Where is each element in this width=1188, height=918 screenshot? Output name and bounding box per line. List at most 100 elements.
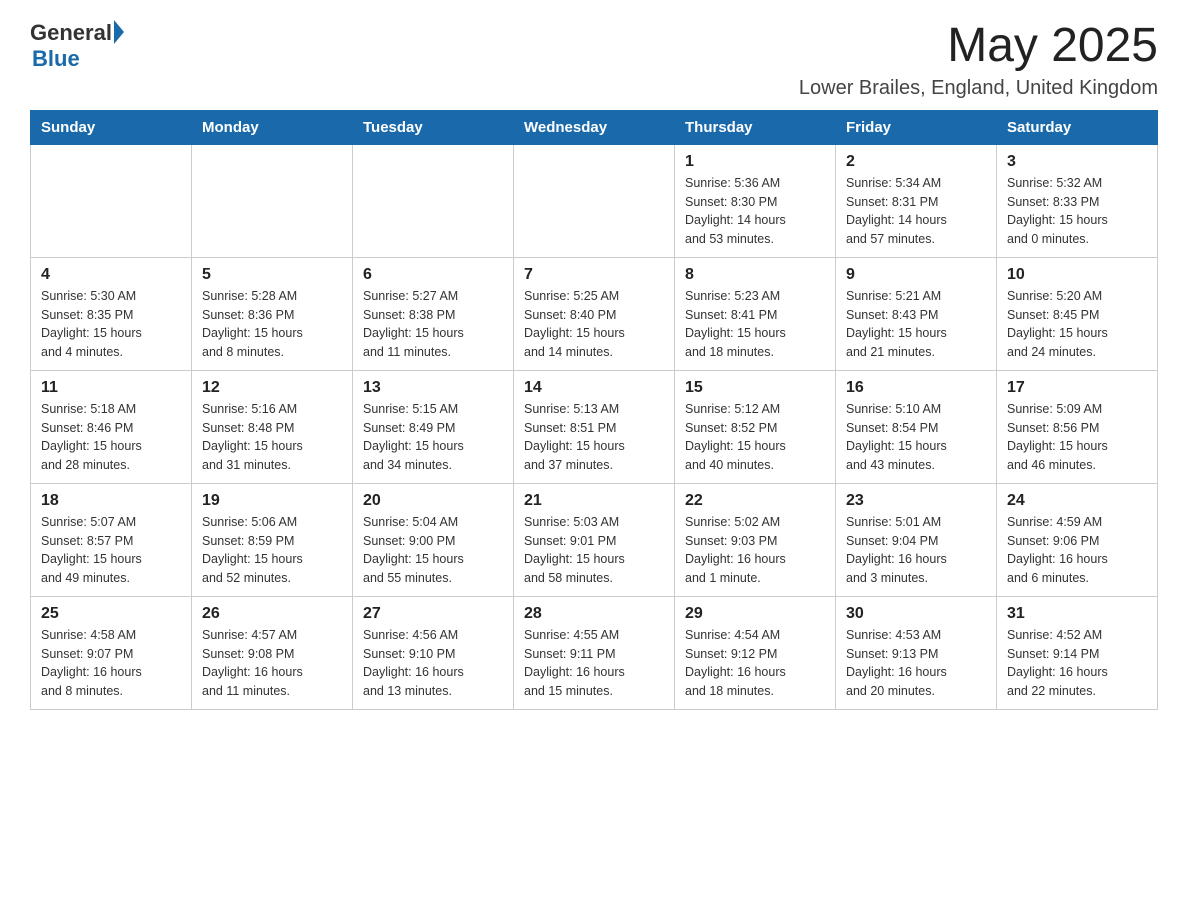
calendar-cell: 21 Sunrise: 5:03 AMSunset: 9:01 PMDayligh… [514, 483, 675, 596]
day-info: Sunrise: 5:09 AMSunset: 8:56 PMDaylight:… [1007, 400, 1147, 475]
calendar-header-thursday: Thursday [675, 110, 836, 144]
day-number: 27 [363, 605, 503, 623]
day-number: 15 [685, 379, 825, 397]
day-info: Sunrise: 5:01 AMSunset: 9:04 PMDaylight:… [846, 513, 986, 588]
day-info: Sunrise: 4:59 AMSunset: 9:06 PMDaylight:… [1007, 513, 1147, 588]
day-info: Sunrise: 5:06 AMSunset: 8:59 PMDaylight:… [202, 513, 342, 588]
day-info: Sunrise: 5:28 AMSunset: 8:36 PMDaylight:… [202, 287, 342, 362]
day-info: Sunrise: 5:15 AMSunset: 8:49 PMDaylight:… [363, 400, 503, 475]
day-info: Sunrise: 5:30 AMSunset: 8:35 PMDaylight:… [41, 287, 181, 362]
day-info: Sunrise: 5:25 AMSunset: 8:40 PMDaylight:… [524, 287, 664, 362]
calendar-cell: 8 Sunrise: 5:23 AMSunset: 8:41 PMDaylight… [675, 257, 836, 370]
calendar-header-wednesday: Wednesday [514, 110, 675, 144]
calendar-cell: 28 Sunrise: 4:55 AMSunset: 9:11 PMDayligh… [514, 596, 675, 709]
title-block: May 2025 Lower Brailes, England, United … [799, 20, 1158, 100]
week-row-1: 1 Sunrise: 5:36 AMSunset: 8:30 PMDaylight… [31, 144, 1158, 257]
calendar-cell: 3 Sunrise: 5:32 AMSunset: 8:33 PMDaylight… [997, 144, 1158, 257]
day-info: Sunrise: 5:18 AMSunset: 8:46 PMDaylight:… [41, 400, 181, 475]
calendar-cell: 27 Sunrise: 4:56 AMSunset: 9:10 PMDayligh… [353, 596, 514, 709]
calendar-header-tuesday: Tuesday [353, 110, 514, 144]
day-info: Sunrise: 4:56 AMSunset: 9:10 PMDaylight:… [363, 626, 503, 701]
day-info: Sunrise: 5:36 AMSunset: 8:30 PMDaylight:… [685, 174, 825, 249]
day-number: 8 [685, 266, 825, 284]
calendar-cell: 18Sunrise: 5:07 AMSunset: 8:57 PMDayligh… [31, 483, 192, 596]
day-number: 19 [202, 492, 342, 510]
day-info: Sunrise: 5:02 AMSunset: 9:03 PMDaylight:… [685, 513, 825, 588]
location-subtitle: Lower Brailes, England, United Kingdom [799, 77, 1158, 100]
calendar-cell: 10 Sunrise: 5:20 AMSunset: 8:45 PMDayligh… [997, 257, 1158, 370]
day-info: Sunrise: 5:13 AMSunset: 8:51 PMDaylight:… [524, 400, 664, 475]
calendar-cell: 22 Sunrise: 5:02 AMSunset: 9:03 PMDayligh… [675, 483, 836, 596]
day-number: 6 [363, 266, 503, 284]
day-info: Sunrise: 4:53 AMSunset: 9:13 PMDaylight:… [846, 626, 986, 701]
day-number: 29 [685, 605, 825, 623]
calendar-cell: 24Sunrise: 4:59 AMSunset: 9:06 PMDayligh… [997, 483, 1158, 596]
day-number: 21 [524, 492, 664, 510]
month-title: May 2025 [799, 20, 1158, 73]
header: General Blue May 2025 Lower Brailes, Eng… [30, 20, 1158, 100]
calendar-cell: 9Sunrise: 5:21 AMSunset: 8:43 PMDaylight… [836, 257, 997, 370]
calendar-cell: 17 Sunrise: 5:09 AMSunset: 8:56 PMDayligh… [997, 370, 1158, 483]
calendar-cell: 25Sunrise: 4:58 AMSunset: 9:07 PMDayligh… [31, 596, 192, 709]
day-number: 28 [524, 605, 664, 623]
calendar-cell: 1 Sunrise: 5:36 AMSunset: 8:30 PMDaylight… [675, 144, 836, 257]
day-info: Sunrise: 4:52 AMSunset: 9:14 PMDaylight:… [1007, 626, 1147, 701]
day-info: Sunrise: 5:32 AMSunset: 8:33 PMDaylight:… [1007, 174, 1147, 249]
calendar-cell: 14 Sunrise: 5:13 AMSunset: 8:51 PMDayligh… [514, 370, 675, 483]
day-info: Sunrise: 5:20 AMSunset: 8:45 PMDaylight:… [1007, 287, 1147, 362]
day-number: 2 [846, 153, 986, 171]
calendar-cell: 7 Sunrise: 5:25 AMSunset: 8:40 PMDaylight… [514, 257, 675, 370]
day-info: Sunrise: 5:16 AMSunset: 8:48 PMDaylight:… [202, 400, 342, 475]
day-number: 17 [1007, 379, 1147, 397]
calendar-cell [192, 144, 353, 257]
calendar-cell [514, 144, 675, 257]
logo-arrow-icon [114, 20, 124, 44]
week-row-2: 4 Sunrise: 5:30 AMSunset: 8:35 PMDaylight… [31, 257, 1158, 370]
day-number: 31 [1007, 605, 1147, 623]
day-number: 12 [202, 379, 342, 397]
calendar-cell: 15 Sunrise: 5:12 AMSunset: 8:52 PMDayligh… [675, 370, 836, 483]
calendar-cell: 4 Sunrise: 5:30 AMSunset: 8:35 PMDaylight… [31, 257, 192, 370]
day-info: Sunrise: 4:57 AMSunset: 9:08 PMDaylight:… [202, 626, 342, 701]
calendar-cell: 23Sunrise: 5:01 AMSunset: 9:04 PMDayligh… [836, 483, 997, 596]
day-number: 20 [363, 492, 503, 510]
day-number: 7 [524, 266, 664, 284]
logo-blue: Blue [32, 46, 80, 72]
calendar-header-friday: Friday [836, 110, 997, 144]
week-row-5: 25Sunrise: 4:58 AMSunset: 9:07 PMDayligh… [31, 596, 1158, 709]
day-number: 14 [524, 379, 664, 397]
day-number: 3 [1007, 153, 1147, 171]
calendar-header-sunday: Sunday [31, 110, 192, 144]
day-info: Sunrise: 5:07 AMSunset: 8:57 PMDaylight:… [41, 513, 181, 588]
day-info: Sunrise: 5:10 AMSunset: 8:54 PMDaylight:… [846, 400, 986, 475]
day-info: Sunrise: 5:23 AMSunset: 8:41 PMDaylight:… [685, 287, 825, 362]
day-info: Sunrise: 5:27 AMSunset: 8:38 PMDaylight:… [363, 287, 503, 362]
day-info: Sunrise: 4:55 AMSunset: 9:11 PMDaylight:… [524, 626, 664, 701]
day-number: 16 [846, 379, 986, 397]
day-info: Sunrise: 5:03 AMSunset: 9:01 PMDaylight:… [524, 513, 664, 588]
day-info: Sunrise: 5:34 AMSunset: 8:31 PMDaylight:… [846, 174, 986, 249]
week-row-4: 18Sunrise: 5:07 AMSunset: 8:57 PMDayligh… [31, 483, 1158, 596]
day-number: 1 [685, 153, 825, 171]
day-number: 13 [363, 379, 503, 397]
calendar-cell: 11Sunrise: 5:18 AMSunset: 8:46 PMDayligh… [31, 370, 192, 483]
calendar-cell: 2 Sunrise: 5:34 AMSunset: 8:31 PMDaylight… [836, 144, 997, 257]
week-row-3: 11Sunrise: 5:18 AMSunset: 8:46 PMDayligh… [31, 370, 1158, 483]
calendar-cell: 31 Sunrise: 4:52 AMSunset: 9:14 PMDayligh… [997, 596, 1158, 709]
day-number: 25 [41, 605, 181, 623]
calendar-cell: 19 Sunrise: 5:06 AMSunset: 8:59 PMDayligh… [192, 483, 353, 596]
page: General Blue May 2025 Lower Brailes, Eng… [0, 0, 1188, 740]
day-info: Sunrise: 5:04 AMSunset: 9:00 PMDaylight:… [363, 513, 503, 588]
day-info: Sunrise: 5:12 AMSunset: 8:52 PMDaylight:… [685, 400, 825, 475]
calendar-cell: 30 Sunrise: 4:53 AMSunset: 9:13 PMDayligh… [836, 596, 997, 709]
day-number: 22 [685, 492, 825, 510]
calendar-cell: 26Sunrise: 4:57 AMSunset: 9:08 PMDayligh… [192, 596, 353, 709]
day-number: 30 [846, 605, 986, 623]
calendar-cell [353, 144, 514, 257]
calendar-cell: 12 Sunrise: 5:16 AMSunset: 8:48 PMDayligh… [192, 370, 353, 483]
calendar-cell: 20 Sunrise: 5:04 AMSunset: 9:00 PMDayligh… [353, 483, 514, 596]
day-number: 4 [41, 266, 181, 284]
day-number: 10 [1007, 266, 1147, 284]
calendar-cell [31, 144, 192, 257]
calendar-table: SundayMondayTuesdayWednesdayThursdayFrid… [30, 110, 1158, 710]
